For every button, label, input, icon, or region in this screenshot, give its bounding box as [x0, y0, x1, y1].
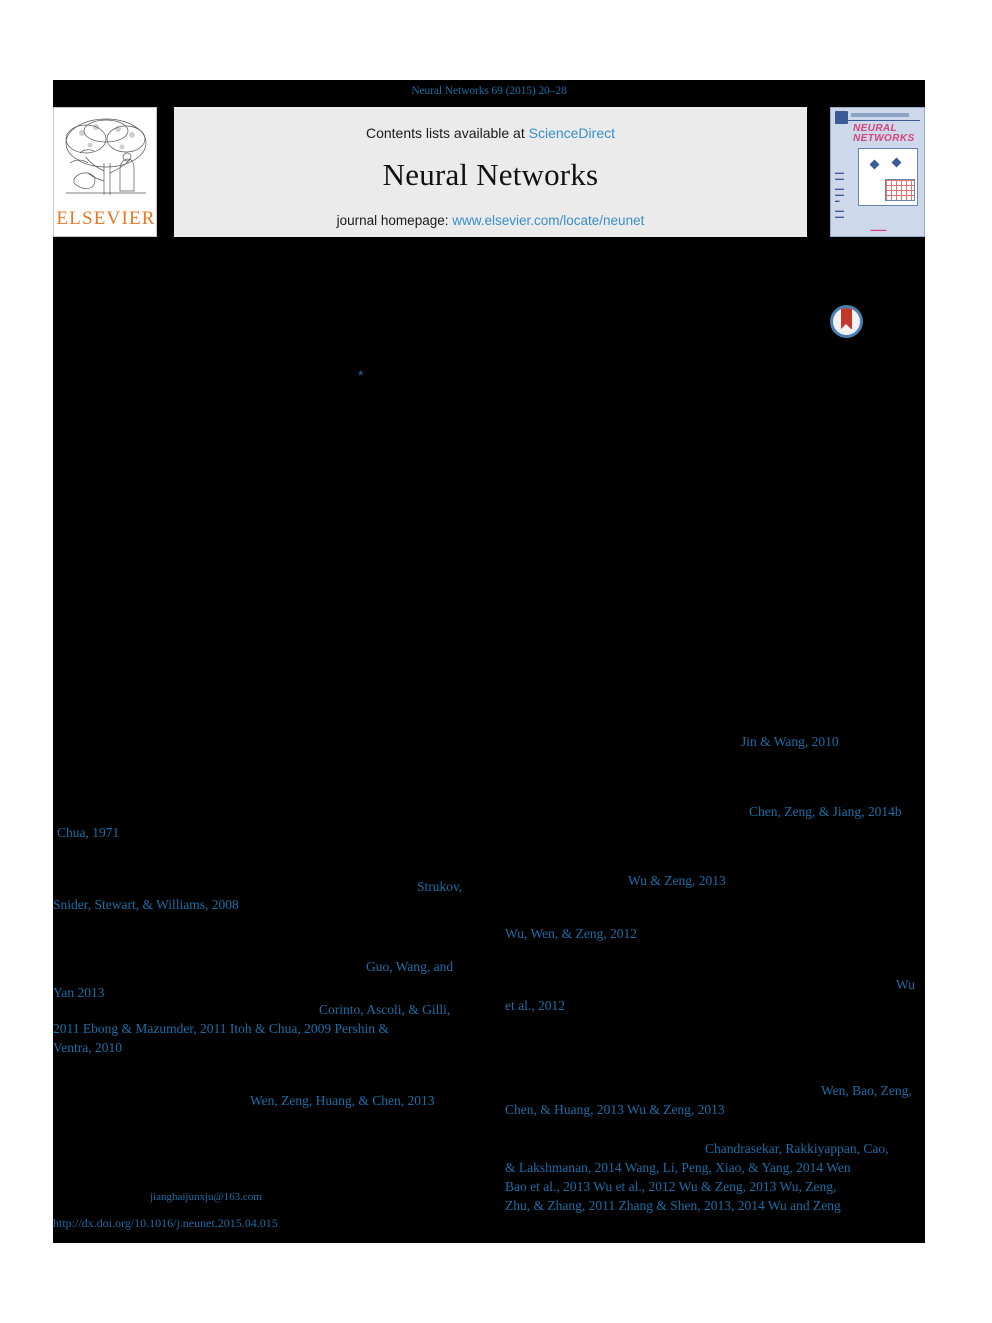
journal-homepage-link[interactable]: www.elsevier.com/locate/neunet	[452, 213, 644, 228]
citation-link[interactable]: Wen, Zeng, Huang, & Chen, 2013	[250, 1092, 435, 1111]
elsevier-wordmark: ELSEVIER	[56, 208, 156, 229]
crossmark-notch-icon	[841, 324, 851, 329]
cover-neuron-icon	[891, 157, 902, 168]
article-page-sheet: Neural Networks 69 (2015) 20–28 ELSEVIER…	[53, 80, 925, 1243]
citation-link[interactable]: Ventra, 2010	[53, 1039, 122, 1058]
citation-link[interactable]: Chen, Zeng, & Jiang, 2014b	[749, 803, 902, 822]
journal-masthead: ELSEVIER Contents lists available at Sci…	[53, 107, 925, 237]
cover-neuron-icon	[869, 159, 880, 170]
cover-grid-icon	[885, 179, 915, 201]
cover-side-labels: ▬▬ ▬▬ ▬▬ ▬▬ ▬ ▬▬ ▬▬	[835, 170, 853, 224]
cover-artwork	[858, 148, 918, 206]
journal-homepage-line: journal homepage: www.elsevier.com/locat…	[174, 213, 807, 228]
journal-homepage-prefix: journal homepage:	[336, 213, 453, 228]
cover-elsevier-icon	[835, 111, 848, 124]
citation-link[interactable]: Corinto, Ascoli, & Gilli,	[319, 1001, 450, 1020]
cover-title: NEURAL NETWORKS	[853, 124, 923, 144]
cover-side-label: ▬▬ ▬▬	[835, 170, 844, 181]
citation-link[interactable]: Chandrasekar, Rakkiyappan, Cao,	[705, 1140, 889, 1159]
citation-link[interactable]: Jin & Wang, 2010	[741, 733, 839, 752]
crossmark-badge[interactable]	[830, 305, 863, 338]
citation-link[interactable]: 2011 Ebong & Mazumder, 2011 Itoh & Chua,…	[53, 1020, 389, 1039]
journal-cover-thumbnail: NEURAL NETWORKS ▬▬ ▬▬ ▬▬ ▬▬ ▬ ▬▬ ▬▬ ▬▬▬▬	[830, 107, 925, 237]
citation-link[interactable]: Yan 2013	[53, 984, 105, 1003]
running-head: Neural Networks 69 (2015) 20–28	[411, 85, 567, 97]
corresponding-author-asterisk[interactable]: *	[358, 368, 363, 382]
elsevier-tree-logo-icon	[60, 113, 152, 205]
citation-link[interactable]: Guo, Wang, and	[366, 958, 453, 977]
citation-link[interactable]: Zhu, & Zhang, 2011 Zhang & Shen, 2013, 2…	[505, 1197, 841, 1216]
citation-link[interactable]: Bao et al., 2013 Wu et al., 2012 Wu & Ze…	[505, 1178, 836, 1197]
citation-link[interactable]: & Lakshmanan, 2014 Wang, Li, Peng, Xiao,…	[505, 1159, 851, 1178]
contents-lists-line: Contents lists available at ScienceDirec…	[174, 125, 807, 141]
crossmark-inner-disc	[833, 308, 860, 335]
doi-link[interactable]: http://dx.doi.org/10.1016/j.neunet.2015.…	[53, 1216, 278, 1230]
cover-title-line2: NETWORKS	[853, 133, 915, 144]
journal-title: Neural Networks	[382, 157, 599, 192]
journal-banner: Contents lists available at ScienceDirec…	[174, 107, 807, 237]
citation-link[interactable]: Chua, 1971	[57, 824, 119, 843]
citation-link[interactable]: Wu & Zeng, 2013	[628, 872, 726, 891]
citation-link[interactable]: Wu, Wen, & Zeng, 2012	[505, 925, 637, 944]
cover-issue-line	[851, 113, 909, 117]
cover-top-rule	[837, 120, 920, 121]
cover-side-label: ▬▬ ▬▬	[835, 208, 844, 219]
sciencedirect-link[interactable]: ScienceDirect	[529, 125, 615, 141]
cover-side-label: ▬▬ ▬▬ ▬	[835, 186, 844, 203]
citation-link[interactable]: et al., 2012	[505, 997, 565, 1016]
elsevier-logo: ELSEVIER	[53, 107, 157, 237]
citation-link[interactable]: Snider, Stewart, & Williams, 2008	[53, 896, 239, 915]
citation-link[interactable]: Strukov,	[417, 878, 462, 897]
cover-footer-text: ▬▬▬▬	[870, 227, 887, 232]
citation-link[interactable]: Chen, & Huang, 2013 Wu & Zeng, 2013	[505, 1101, 725, 1120]
contents-lists-prefix: Contents lists available at	[365, 125, 529, 141]
corresponding-author-email[interactable]: jianghaijunxju@163.com	[150, 1191, 262, 1204]
citation-link[interactable]: Wen, Bao, Zeng,	[821, 1082, 912, 1101]
cover-footer: ▬▬▬▬	[835, 227, 922, 232]
citation-link[interactable]: Wu	[896, 976, 915, 995]
